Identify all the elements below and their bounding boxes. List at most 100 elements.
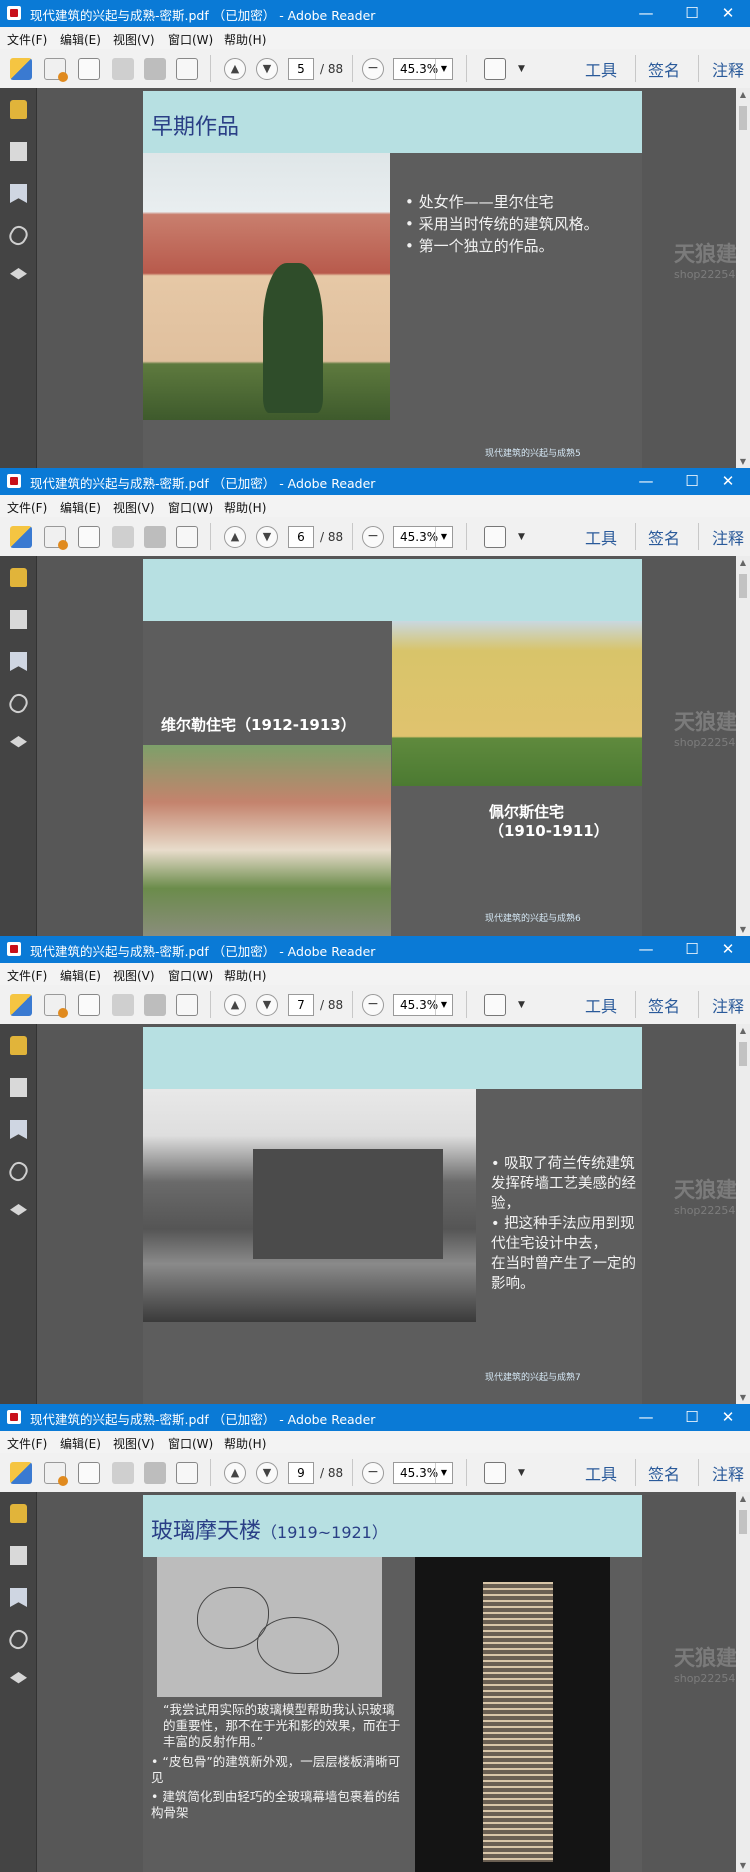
edit-pdf-icon[interactable]	[78, 994, 100, 1016]
edit-pdf-icon[interactable]	[78, 1462, 100, 1484]
next-page-icon[interactable]: ▼	[256, 994, 278, 1016]
zoom-select[interactable]: 45.3% ▼	[393, 58, 453, 80]
next-page-icon[interactable]: ▼	[256, 58, 278, 80]
layers-icon[interactable]	[10, 1204, 27, 1216]
document-area[interactable]: 玻璃摩天楼（1919~1921） “我尝试用实际的玻璃模型帮助我认识玻璃的重要性…	[37, 1492, 749, 1872]
zoom-out-icon[interactable]: −	[362, 526, 384, 548]
menu-help[interactable]: 帮助(H)	[224, 499, 266, 516]
vertical-scrollbar[interactable]: ▲ ▼	[736, 1024, 750, 1404]
fit-page-icon[interactable]	[484, 526, 506, 548]
print-icon[interactable]	[144, 526, 166, 548]
menu-file[interactable]: 文件(F)	[7, 499, 47, 516]
chevron-down-icon[interactable]: ▼	[435, 1463, 452, 1483]
chevron-down-icon[interactable]: ▼	[435, 527, 452, 547]
menu-view[interactable]: 视图(V)	[113, 499, 155, 516]
page-number-input[interactable]: 9	[288, 1462, 314, 1484]
menu-file[interactable]: 文件(F)	[7, 967, 47, 984]
lock-icon[interactable]	[10, 100, 27, 119]
tools-button[interactable]: 工具	[585, 57, 617, 81]
attachments-icon[interactable]	[6, 1627, 31, 1652]
email-icon[interactable]	[176, 994, 198, 1016]
zoom-select[interactable]: 45.3% ▼	[393, 994, 453, 1016]
next-page-icon[interactable]: ▼	[256, 526, 278, 548]
title-bar[interactable]: 现代建筑的兴起与成熟-密斯.pdf （已加密） - Adobe Reader —…	[0, 1404, 750, 1431]
scroll-up-icon[interactable]: ▲	[736, 558, 750, 567]
title-bar[interactable]: 现代建筑的兴起与成熟-密斯.pdf （已加密） - Adobe Reader —…	[0, 936, 750, 963]
bookmarks-icon[interactable]	[10, 1120, 27, 1139]
vertical-scrollbar[interactable]: ▲ ▼	[736, 1492, 750, 1872]
minimize-button[interactable]: —	[623, 1404, 669, 1431]
sign-button[interactable]: 签名	[648, 525, 680, 549]
menu-view[interactable]: 视图(V)	[113, 967, 155, 984]
page-number-input[interactable]: 7	[288, 994, 314, 1016]
email-icon[interactable]	[176, 1462, 198, 1484]
zoom-select[interactable]: 45.3% ▼	[393, 1462, 453, 1484]
page-thumbnails-icon[interactable]	[10, 610, 27, 629]
sign-button[interactable]: 签名	[648, 1461, 680, 1485]
attachments-icon[interactable]	[6, 691, 31, 716]
page-thumbnails-icon[interactable]	[10, 1078, 27, 1097]
scrollbar-thumb[interactable]	[739, 106, 747, 130]
menu-file[interactable]: 文件(F)	[7, 1435, 47, 1452]
comment-button[interactable]: 注释	[712, 57, 744, 81]
document-area[interactable]: • 吸取了荷兰传统建筑发挥砖墙工艺美感的经验， • 把这种手法应用到现代住宅设计…	[37, 1024, 749, 1404]
next-page-icon[interactable]: ▼	[256, 1462, 278, 1484]
more-tools-icon[interactable]: ▼	[518, 64, 525, 74]
print-icon[interactable]	[144, 1462, 166, 1484]
document-area[interactable]: 维尔勒住宅（1912-1913） 佩尔斯住宅 （1910-1911） 现代建筑的…	[37, 556, 749, 936]
zoom-select[interactable]: 45.3% ▼	[393, 526, 453, 548]
fit-page-icon[interactable]	[484, 994, 506, 1016]
scroll-down-icon[interactable]: ▼	[736, 1861, 750, 1870]
zoom-out-icon[interactable]: −	[362, 58, 384, 80]
zoom-out-icon[interactable]: −	[362, 994, 384, 1016]
menu-help[interactable]: 帮助(H)	[224, 1435, 266, 1452]
lock-icon[interactable]	[10, 1036, 27, 1055]
fit-page-icon[interactable]	[484, 1462, 506, 1484]
fit-page-icon[interactable]	[484, 58, 506, 80]
edit-pdf-icon[interactable]	[78, 58, 100, 80]
scroll-up-icon[interactable]: ▲	[736, 90, 750, 99]
export-pdf-icon[interactable]	[44, 526, 68, 550]
previous-page-icon[interactable]: ▲	[224, 994, 246, 1016]
attachments-icon[interactable]	[6, 223, 31, 248]
menu-edit[interactable]: 编辑(E)	[60, 967, 101, 984]
page-number-input[interactable]: 5	[288, 58, 314, 80]
layers-icon[interactable]	[10, 1672, 27, 1684]
comment-button[interactable]: 注释	[712, 525, 744, 549]
menu-view[interactable]: 视图(V)	[113, 1435, 155, 1452]
attachments-icon[interactable]	[6, 1159, 31, 1184]
chevron-down-icon[interactable]: ▼	[435, 59, 452, 79]
vertical-scrollbar[interactable]: ▲ ▼	[736, 88, 750, 468]
layers-icon[interactable]	[10, 736, 27, 748]
create-pdf-icon[interactable]	[10, 994, 32, 1016]
close-button[interactable]: ✕	[705, 468, 750, 495]
tools-button[interactable]: 工具	[585, 525, 617, 549]
title-bar[interactable]: 现代建筑的兴起与成熟-密斯.pdf （已加密） - Adobe Reader —…	[0, 468, 750, 495]
comment-button[interactable]: 注释	[712, 993, 744, 1017]
email-icon[interactable]	[176, 526, 198, 548]
menu-window[interactable]: 窗口(W)	[168, 31, 213, 48]
save-icon[interactable]	[112, 526, 134, 548]
print-icon[interactable]	[144, 994, 166, 1016]
scrollbar-thumb[interactable]	[739, 1042, 747, 1066]
save-icon[interactable]	[112, 994, 134, 1016]
bookmarks-icon[interactable]	[10, 652, 27, 671]
more-tools-icon[interactable]: ▼	[518, 1000, 525, 1010]
previous-page-icon[interactable]: ▲	[224, 58, 246, 80]
menu-file[interactable]: 文件(F)	[7, 31, 47, 48]
minimize-button[interactable]: —	[623, 936, 669, 963]
close-button[interactable]: ✕	[705, 936, 750, 963]
tools-button[interactable]: 工具	[585, 993, 617, 1017]
menu-window[interactable]: 窗口(W)	[168, 967, 213, 984]
scroll-up-icon[interactable]: ▲	[736, 1026, 750, 1035]
sign-button[interactable]: 签名	[648, 57, 680, 81]
more-tools-icon[interactable]: ▼	[518, 532, 525, 542]
create-pdf-icon[interactable]	[10, 526, 32, 548]
print-icon[interactable]	[144, 58, 166, 80]
save-icon[interactable]	[112, 58, 134, 80]
page-thumbnails-icon[interactable]	[10, 142, 27, 161]
vertical-scrollbar[interactable]: ▲ ▼	[736, 556, 750, 936]
bookmarks-icon[interactable]	[10, 1588, 27, 1607]
scroll-up-icon[interactable]: ▲	[736, 1494, 750, 1503]
scroll-down-icon[interactable]: ▼	[736, 1393, 750, 1402]
